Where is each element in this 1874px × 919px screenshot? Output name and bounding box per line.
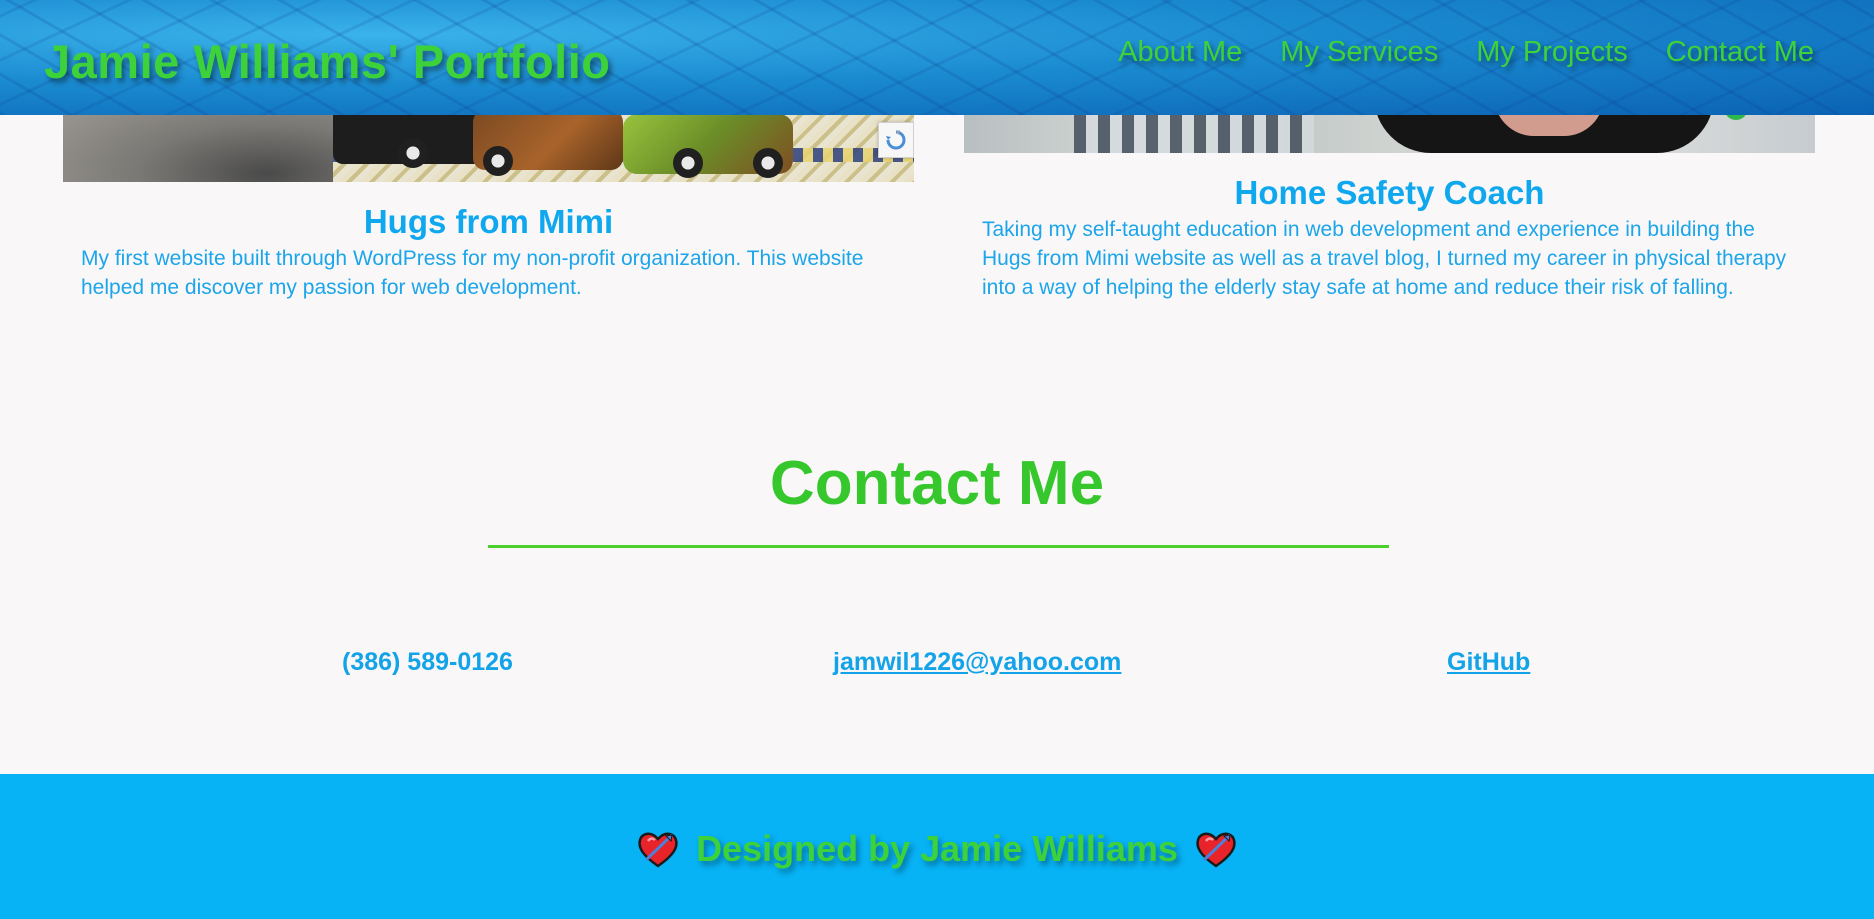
- project-title-home-safety-coach: Home Safety Coach: [1234, 174, 1545, 211]
- nav-link-contact-me[interactable]: Contact Me: [1666, 36, 1814, 69]
- recaptcha-icon: [886, 130, 906, 150]
- project-title-hugs-from-mimi: Hugs from Mimi: [363, 203, 614, 240]
- contact-email-link[interactable]: jamwil1226@yahoo.com: [833, 648, 1121, 677]
- site-header: Jamie Williams' Portfolio About Me My Se…: [0, 0, 1874, 115]
- heart-with-arrow-icon: [638, 832, 678, 868]
- nav-link-my-projects[interactable]: My Projects: [1476, 36, 1627, 69]
- contact-phone: (386) 589-0126: [342, 648, 513, 676]
- contact-heading: Contact Me: [769, 449, 1105, 518]
- contact-divider: [488, 545, 1389, 548]
- nav-link-my-services[interactable]: My Services: [1280, 36, 1438, 69]
- heart-with-arrow-icon: [1196, 832, 1236, 868]
- main-nav: About Me My Services My Projects Contact…: [1118, 36, 1814, 69]
- nav-link-about-me[interactable]: About Me: [1118, 36, 1242, 69]
- project-description-home-safety-coach: Taking my self-taught education in web d…: [982, 218, 1787, 299]
- site-title[interactable]: Jamie Williams' Portfolio: [44, 34, 611, 89]
- site-footer: Designed by Jamie Williams: [0, 774, 1874, 919]
- project-description-hugs-from-mimi: My first website built through WordPress…: [81, 247, 864, 299]
- recaptcha-badge[interactable]: [878, 122, 914, 158]
- contact-github-link[interactable]: GitHub: [1447, 648, 1530, 677]
- footer-credit: Designed by Jamie Williams: [696, 827, 1178, 869]
